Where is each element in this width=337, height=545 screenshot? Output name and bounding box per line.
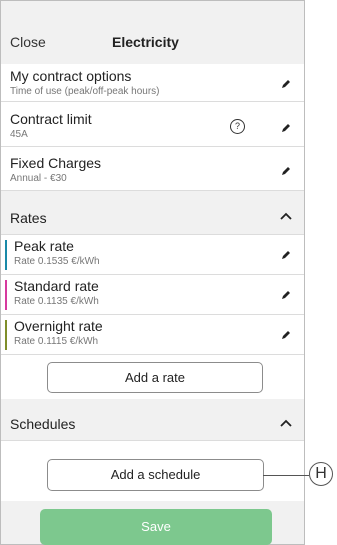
contract-options-title: My contract options bbox=[10, 68, 132, 84]
add-schedule-button[interactable]: Add a schedule bbox=[47, 459, 264, 491]
schedules-section-title: Schedules bbox=[10, 416, 76, 432]
chevron-up-icon[interactable] bbox=[280, 211, 292, 221]
contract-limit-row[interactable]: Contract limit 45A ? bbox=[1, 102, 304, 147]
help-icon[interactable]: ? bbox=[230, 119, 245, 134]
rate-row-peak[interactable]: Peak rate Rate 0.1535 €/kWh bbox=[1, 235, 304, 275]
rate-color-bar bbox=[5, 280, 7, 310]
rate-title: Peak rate bbox=[14, 238, 74, 254]
schedules-section-header[interactable]: Schedules bbox=[1, 407, 304, 441]
edit-pencil-icon[interactable] bbox=[280, 329, 292, 341]
edit-pencil-icon[interactable] bbox=[280, 78, 292, 90]
save-button[interactable]: Save bbox=[40, 509, 272, 545]
phone-screen: Close Electricity My contract options Ti… bbox=[0, 0, 305, 545]
rate-title: Overnight rate bbox=[14, 318, 103, 334]
rate-title: Standard rate bbox=[14, 278, 99, 294]
rate-color-bar bbox=[5, 240, 7, 270]
rate-value: Rate 0.1115 €/kWh bbox=[14, 336, 99, 347]
edit-pencil-icon[interactable] bbox=[280, 165, 292, 177]
rate-row-overnight[interactable]: Overnight rate Rate 0.1115 €/kWh bbox=[1, 315, 304, 355]
contract-options-row[interactable]: My contract options Time of use (peak/of… bbox=[1, 64, 304, 102]
rate-row-standard[interactable]: Standard rate Rate 0.1135 €/kWh bbox=[1, 275, 304, 315]
edit-pencil-icon[interactable] bbox=[280, 289, 292, 301]
chevron-up-icon[interactable] bbox=[280, 418, 292, 428]
header: Close Electricity bbox=[1, 27, 304, 57]
contract-options-subtitle: Time of use (peak/off-peak hours) bbox=[10, 86, 160, 97]
edit-pencil-icon[interactable] bbox=[280, 249, 292, 261]
callout-marker: H bbox=[309, 462, 333, 486]
add-rate-area: Add a rate bbox=[1, 355, 304, 399]
rate-value: Rate 0.1535 €/kWh bbox=[14, 256, 100, 267]
close-button[interactable]: Close bbox=[10, 34, 46, 50]
contract-limit-title: Contract limit bbox=[10, 111, 92, 127]
add-schedule-area: Add a schedule bbox=[1, 441, 304, 501]
callout-line bbox=[263, 475, 309, 476]
add-rate-button[interactable]: Add a rate bbox=[47, 362, 263, 393]
fixed-charges-title: Fixed Charges bbox=[10, 155, 102, 171]
edit-pencil-icon[interactable] bbox=[280, 122, 292, 134]
fixed-charges-row[interactable]: Fixed Charges Annual - €30 bbox=[1, 147, 304, 191]
fixed-charges-subtitle: Annual - €30 bbox=[10, 173, 67, 184]
rate-color-bar bbox=[5, 320, 7, 350]
rates-section-title: Rates bbox=[10, 210, 47, 226]
page-title: Electricity bbox=[112, 34, 179, 50]
rates-section-header[interactable]: Rates bbox=[1, 199, 304, 235]
contract-limit-value: 45A bbox=[10, 129, 28, 140]
rate-value: Rate 0.1135 €/kWh bbox=[14, 296, 99, 307]
